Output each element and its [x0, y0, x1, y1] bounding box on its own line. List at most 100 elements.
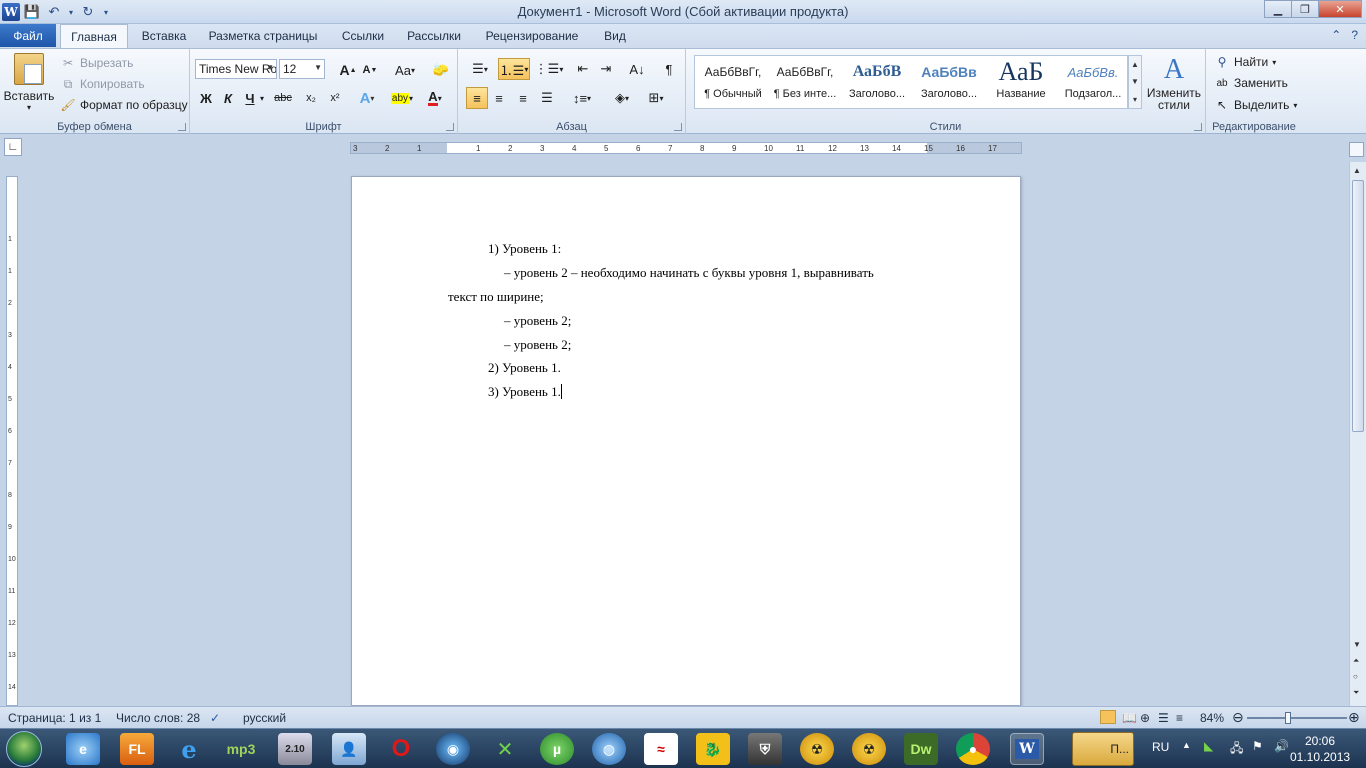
scroll-up-icon[interactable]: ▲ — [1353, 166, 1361, 175]
redo-icon[interactable]: ↻ — [78, 2, 98, 22]
taskbar-clock[interactable]: 20:06 01.10.2013 — [1290, 733, 1350, 765]
undo-icon[interactable]: ↶ — [44, 2, 64, 22]
find-button[interactable]: ⚲ Найти ▾ — [1214, 52, 1277, 72]
shrink-font-button[interactable]: A ▼ — [359, 59, 381, 81]
change-styles-button[interactable]: A Изменить стили — [1146, 53, 1202, 111]
document-page[interactable]: 1) Уровень 1: – уровень 2 – необходимо н… — [351, 176, 1021, 706]
clear-formatting-button[interactable]: 🧽 — [430, 59, 452, 81]
numbering-button[interactable]: ⒈☰ ▾ — [498, 58, 530, 80]
chevron-down-icon[interactable]: ▼ — [1131, 77, 1139, 86]
taskbar-app-icon[interactable]: e — [66, 733, 100, 765]
close-button[interactable]: ✕ — [1318, 0, 1362, 18]
help-icon[interactable]: ? — [1351, 28, 1358, 42]
flag-icon[interactable]: ⚑ — [1252, 739, 1263, 753]
customize-qat-icon[interactable]: ▾ — [100, 2, 112, 22]
start-button[interactable] — [6, 731, 42, 767]
doc-line[interactable]: 1) Уровень 1: — [488, 241, 561, 257]
strikethrough-button[interactable]: abc — [270, 87, 296, 109]
tab-view[interactable]: Вид — [598, 24, 632, 48]
text-effects-button[interactable]: A ▾ — [356, 87, 378, 109]
tab-mailings[interactable]: Рассылки — [402, 24, 466, 48]
superscript-button[interactable]: x² — [324, 87, 346, 109]
bold-button[interactable]: Ж — [195, 87, 217, 109]
increase-indent-button[interactable]: ⇥ — [595, 58, 617, 80]
doc-line-last[interactable]: 3) Уровень 1. — [488, 384, 562, 400]
sort-button[interactable]: A↓ — [626, 58, 648, 80]
select-button[interactable]: ↖ Выделить ▾ — [1214, 95, 1297, 115]
input-language[interactable]: RU — [1152, 740, 1169, 754]
paragraph-launcher-icon[interactable] — [674, 123, 682, 131]
next-page-icon[interactable]: ⏷ — [1353, 688, 1359, 698]
language-indicator[interactable]: русский — [243, 711, 286, 725]
scroll-down-icon[interactable]: ▼ — [1353, 640, 1361, 649]
underline-dropdown-icon[interactable]: ▾ — [257, 87, 267, 109]
minimize-ribbon-icon[interactable]: ⌃ — [1331, 28, 1341, 42]
font-name-select[interactable]: Times New Ro ▼ — [195, 59, 277, 79]
taskbar-opera-icon[interactable]: O — [384, 733, 418, 765]
maximize-button[interactable]: ❐ — [1291, 0, 1319, 18]
align-center-button[interactable]: ≡ — [488, 87, 510, 109]
word-app-icon[interactable]: W — [2, 3, 20, 21]
font-launcher-icon[interactable] — [446, 123, 454, 131]
styles-gallery-scroll[interactable]: ▲ ▼ ▾ — [1128, 55, 1142, 109]
justify-button[interactable]: ☰ — [536, 87, 558, 109]
outline-icon[interactable]: ☰ — [1158, 711, 1169, 725]
cut-button[interactable]: ✂ Вырезать — [60, 53, 133, 73]
tab-selector-icon[interactable]: ∟ — [4, 138, 22, 156]
taskbar-xbox-icon[interactable]: ✕ — [488, 733, 522, 765]
taskbar-contacts-icon[interactable]: 👤 — [332, 733, 366, 765]
align-left-button[interactable]: ≡ — [466, 87, 488, 109]
replace-button[interactable]: ab Заменить — [1214, 73, 1288, 93]
horizontal-ruler[interactable]: 3 2 1 1 2 3 4 5 6 7 8 9 10 11 12 13 14 15 16 17 — [350, 142, 1022, 154]
chevron-up-icon[interactable]: ▲ — [1131, 60, 1139, 69]
styles-launcher-icon[interactable] — [1194, 123, 1202, 131]
minimize-button[interactable]: ▁ — [1264, 0, 1292, 18]
taskbar-radiation-icon[interactable]: ☢ — [800, 733, 834, 765]
taskbar-globe-icon[interactable]: ◍ — [592, 733, 626, 765]
taskbar-tool-icon[interactable]: 2.10 — [278, 733, 312, 765]
taskbar-running-task[interactable]: П... — [1072, 732, 1134, 766]
doc-line[interactable]: – уровень 2; — [504, 313, 571, 329]
style-title[interactable]: АаБ Название — [985, 56, 1057, 108]
style-heading-2[interactable]: АаБбВв Заголово... — [913, 56, 985, 108]
tray-expand-icon[interactable]: ▲ — [1182, 740, 1191, 750]
tab-references[interactable]: Ссылки — [336, 24, 390, 48]
italic-button[interactable]: К — [217, 87, 239, 109]
tab-home[interactable]: Главная — [60, 24, 128, 48]
proofing-icon[interactable]: ✓ — [210, 711, 220, 725]
taskbar-dragon-icon[interactable]: 🐉 — [696, 733, 730, 765]
zoom-out-icon[interactable]: ⊖ — [1232, 709, 1244, 726]
zoom-level[interactable]: 84% — [1200, 711, 1224, 725]
subscript-button[interactable]: x₂ — [300, 87, 322, 109]
change-case-button[interactable]: Aa ▾ — [390, 59, 420, 81]
font-size-select[interactable]: 12 ▼ — [279, 59, 325, 79]
decrease-indent-button[interactable]: ⇤ — [572, 58, 594, 80]
highlight-button[interactable]: aby ▾ — [388, 87, 416, 109]
tab-insert[interactable]: Вставка — [134, 24, 194, 48]
gallery-more-icon[interactable]: ▾ — [1133, 95, 1137, 104]
line-spacing-button[interactable]: ↕≡ ▾ — [568, 87, 596, 109]
taskbar-media-icon[interactable]: ◉ — [436, 733, 470, 765]
web-layout-icon[interactable]: ⊕ — [1140, 711, 1150, 725]
zoom-in-icon[interactable]: ⊕ — [1348, 709, 1360, 726]
view-ruler-icon[interactable] — [1349, 142, 1364, 157]
tab-page-layout[interactable]: Разметка страницы — [204, 24, 322, 48]
paste-button[interactable]: Вставить ▾ — [4, 53, 54, 112]
save-icon[interactable]: 💾 — [22, 2, 42, 22]
taskbar-utorrent-icon[interactable]: µ — [540, 733, 574, 765]
font-color-button[interactable]: A ▾ — [422, 87, 448, 109]
show-marks-button[interactable]: ¶ — [658, 58, 680, 80]
prev-page-icon[interactable]: ⏶ — [1353, 656, 1359, 666]
tab-file[interactable]: Файл — [0, 24, 56, 47]
browse-object-icon[interactable]: ○ — [1353, 672, 1358, 681]
zoom-slider[interactable] — [1247, 717, 1347, 719]
taskbar-radiation-2-icon[interactable]: ☢ — [852, 733, 886, 765]
align-right-button[interactable]: ≡ — [512, 87, 534, 109]
doc-line[interactable]: текст по ширине; — [448, 289, 544, 305]
taskbar-mp3-icon[interactable]: mp3 — [224, 733, 258, 765]
taskbar-dreamweaver-icon[interactable]: Dw — [904, 733, 938, 765]
doc-line[interactable]: – уровень 2; — [504, 337, 571, 353]
multilevel-list-button[interactable]: ⋮☰ ▾ — [534, 58, 564, 80]
full-screen-reading-icon[interactable]: 📖 — [1122, 711, 1137, 725]
bullets-button[interactable]: ☰ ▾ — [466, 58, 494, 80]
